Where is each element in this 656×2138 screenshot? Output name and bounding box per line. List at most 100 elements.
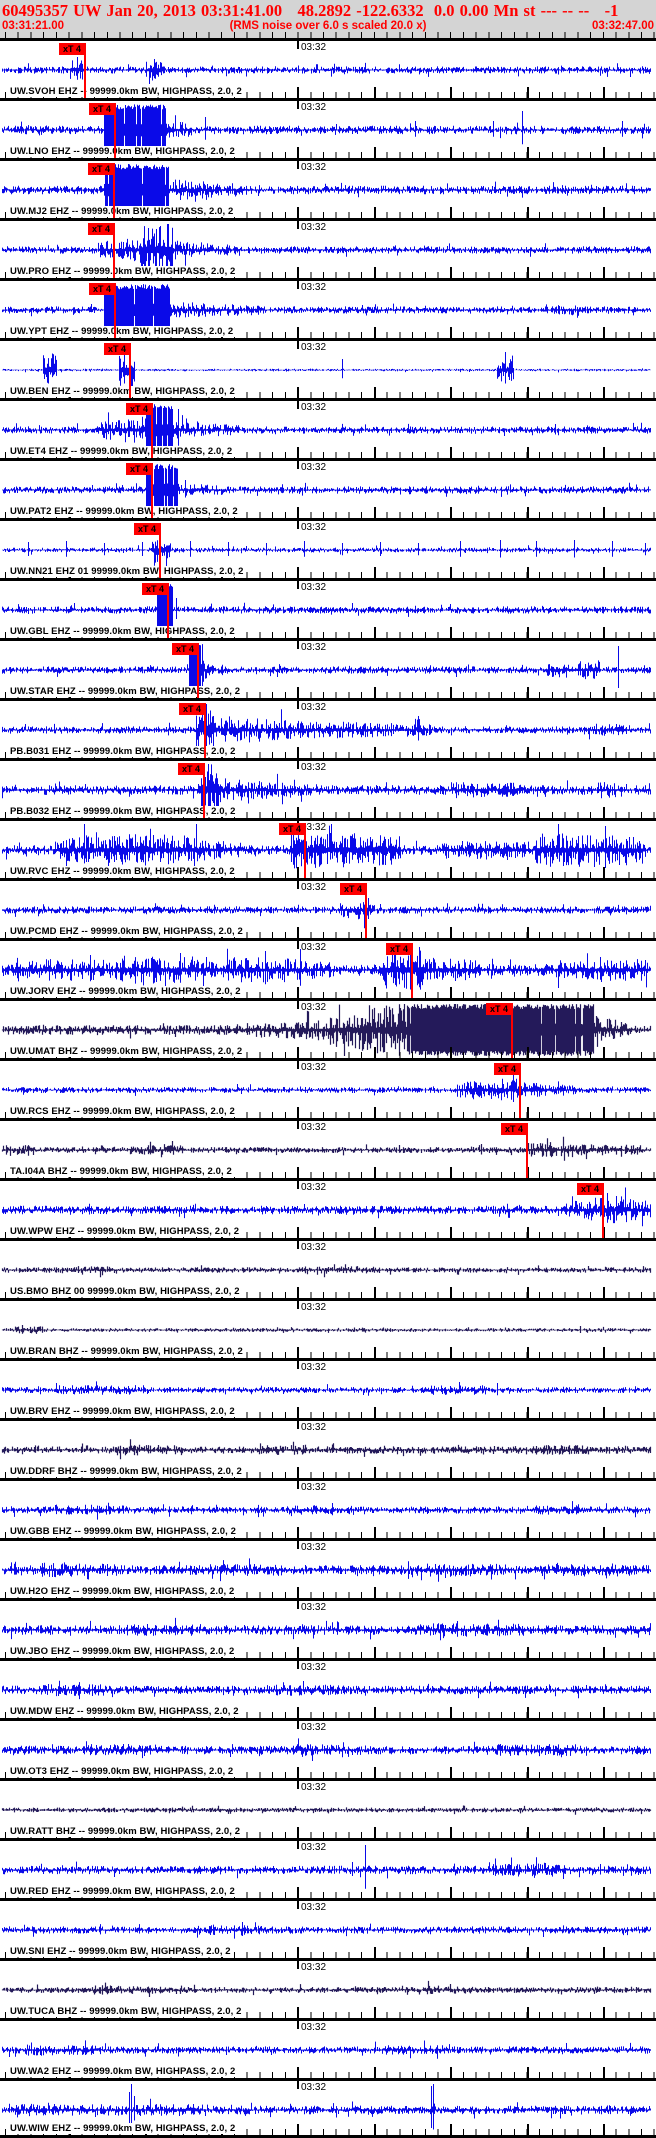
- trace-label: UW.JORV EHZ -- 99999.0km BW, HIGHPASS, 2…: [9, 986, 244, 997]
- time-label-text: 03:32: [301, 1782, 327, 1793]
- trace-panel-17[interactable]: 03:32 xT 4 UW.UMAT BHZ -- 99999.0km BW, HI…: [0, 998, 656, 1058]
- pick-flag[interactable]: xT 4: [501, 1123, 527, 1135]
- time-label-text: 03:32: [301, 1242, 327, 1253]
- time-label-text: 03:32: [301, 1842, 327, 1853]
- trace-panel-1[interactable]: 03:32 xT 4 UW.SVOH EHZ -- 99999.0km BW, HI…: [0, 38, 656, 98]
- trace-panel-19[interactable]: 03:32 xT 4 TA.I04A BHZ -- 99999.0km BW, HI…: [0, 1118, 656, 1178]
- trace-label: UW.RATT BHZ -- 99999.0km BW, HIGHPASS, 2…: [9, 1826, 244, 1837]
- trace-panel-13[interactable]: 03:32 xT 4 PB.B032 EHZ -- 99999.0km BW, HI…: [0, 758, 656, 818]
- trace-label: UW.BEN EHZ -- 99999.0km BW, HIGHPASS, 2.…: [9, 386, 238, 397]
- window-end-time: 03:32:47.00: [591, 20, 654, 32]
- pick-flag[interactable]: xT 4: [104, 343, 130, 355]
- trace-panel-6[interactable]: 03:32 xT 4 UW.BEN EHZ -- 99999.0km BW, HIG…: [0, 338, 656, 398]
- trace-label: UW.YPT EHZ -- 99999.0km BW, HIGHPASS, 2.…: [9, 326, 237, 337]
- trace-panel-10[interactable]: 03:32 xT 4 UW.GBL EHZ -- 99999.0km BW, HIG…: [0, 578, 656, 638]
- pick-flag[interactable]: xT 4: [179, 703, 205, 715]
- trace-label: US.BMO BHZ 00 99999.0km BW, HIGHPASS, 2.…: [9, 1286, 243, 1297]
- trace-panel-3[interactable]: 03:32 xT 4 UW.MJ2 EHZ -- 99999.0km BW, HIG…: [0, 158, 656, 218]
- trace-panel-21[interactable]: 03:32 US.BMO BHZ 00 99999.0km BW, HIGHPAS…: [0, 1238, 656, 1298]
- time-label-text: 03:32: [301, 2082, 327, 2093]
- trace-panel-27[interactable]: 03:32 UW.JBO EHZ -- 99999.0km BW, HIGHPAS…: [0, 1598, 656, 1658]
- trace-panel-30[interactable]: 03:32 UW.RATT BHZ -- 99999.0km BW, HIGHPA…: [0, 1778, 656, 1838]
- pick-flag[interactable]: xT 4: [494, 1063, 520, 1075]
- time-label-text: 03:32: [301, 642, 327, 653]
- trace-panel-22[interactable]: 03:32 UW.BRAN BHZ -- 99999.0km BW, HIGHPA…: [0, 1298, 656, 1358]
- pick-flag[interactable]: xT 4: [142, 583, 168, 595]
- trace-panel-12[interactable]: 03:32 xT 4 PB.B031 EHZ -- 99999.0km BW, HI…: [0, 698, 656, 758]
- time-label-text: 03:32: [301, 702, 327, 713]
- pick-flag[interactable]: xT 4: [59, 43, 85, 55]
- pick-flag[interactable]: xT 4: [89, 283, 115, 295]
- trace-panel-2[interactable]: 03:32 xT 4 UW.LNO EHZ -- 99999.0km BW, HIG…: [0, 98, 656, 158]
- time-label-text: 03:32: [301, 42, 327, 53]
- trace-label: TA.I04A BHZ -- 99999.0km BW, HIGHPASS, 2…: [9, 1166, 235, 1177]
- trace-label: UW.RVC EHZ -- 99999.0km BW, HIGHPASS, 2.…: [9, 866, 238, 877]
- pick-flag[interactable]: xT 4: [340, 883, 366, 895]
- pick-flag[interactable]: xT 4: [577, 1183, 603, 1195]
- time-label-text: 03:32: [301, 1362, 327, 1373]
- pick-flag[interactable]: xT 4: [172, 643, 198, 655]
- pick-flag[interactable]: xT 4: [126, 403, 152, 415]
- trace-label: UW.TUCA BHZ -- 99999.0km BW, HIGHPASS, 2…: [9, 2006, 245, 2017]
- trace-panel-18[interactable]: 03:32 xT 4 UW.RCS EHZ -- 99999.0km BW, HIG…: [0, 1058, 656, 1118]
- time-label-text: 03:32: [301, 162, 327, 173]
- trace-panel-7[interactable]: 03:32 xT 4 UW.ET4 EHZ -- 99999.0km BW, HIG…: [0, 398, 656, 458]
- time-label-text: 03:32: [301, 342, 327, 353]
- trace-panel-29[interactable]: 03:32 UW.OT3 EHZ -- 99999.0km BW, HIGHPAS…: [0, 1718, 656, 1778]
- trace-panel-24[interactable]: 03:32 UW.DDRF BHZ -- 99999.0km BW, HIGHPA…: [0, 1418, 656, 1478]
- time-label-text: 03:32: [301, 582, 327, 593]
- trace-label: UW.RCS EHZ -- 99999.0km BW, HIGHPASS, 2.…: [9, 1106, 238, 1117]
- time-label-text: 03:32: [301, 942, 327, 953]
- pick-flag[interactable]: xT 4: [88, 223, 114, 235]
- time-label-text: 03:32: [301, 1182, 327, 1193]
- time-label-text: 03:32: [301, 1962, 327, 1973]
- pick-flag[interactable]: xT 4: [279, 823, 305, 835]
- trace-label: UW.ET4 EHZ -- 99999.0km BW, HIGHPASS, 2.…: [9, 446, 236, 457]
- trace-panel-28[interactable]: 03:32 UW.MDW EHZ -- 99999.0km BW, HIGHPAS…: [0, 1658, 656, 1718]
- trace-panel-34[interactable]: 03:32 UW.WA2 EHZ -- 99999.0km BW, HIGHPAS…: [0, 2018, 656, 2078]
- pick-flag[interactable]: xT 4: [134, 523, 160, 535]
- trace-panel-5[interactable]: 03:32 xT 4 UW.YPT EHZ -- 99999.0km BW, HIG…: [0, 278, 656, 338]
- trace-panel-26[interactable]: 03:32 UW.H2O EHZ -- 99999.0km BW, HIGHPAS…: [0, 1538, 656, 1598]
- trace-label: UW.PCMD EHZ -- 99999.0km BW, HIGHPASS, 2…: [9, 926, 246, 937]
- pick-flag[interactable]: xT 4: [178, 763, 204, 775]
- trace-panel-33[interactable]: 03:32 UW.TUCA BHZ -- 99999.0km BW, HIGHPA…: [0, 1958, 656, 2018]
- seismic-review-window: 60495357 UW Jan 20, 2013 03:31:41.00 48.…: [0, 0, 656, 2138]
- trace-label: UW.BRAN BHZ -- 99999.0km BW, HIGHPASS, 2…: [9, 1346, 246, 1357]
- trace-label: UW.H2O EHZ -- 99999.0km BW, HIGHPASS, 2.…: [9, 1586, 238, 1597]
- trace-panel-8[interactable]: 03:32 xT 4 UW.PAT2 EHZ -- 99999.0km BW, HI…: [0, 458, 656, 518]
- trace-panel-23[interactable]: 03:32 UW.BRV EHZ -- 99999.0km BW, HIGHPAS…: [0, 1358, 656, 1418]
- time-label-text: 03:32: [301, 1722, 327, 1733]
- pick-flag[interactable]: xT 4: [88, 163, 114, 175]
- time-label-text: 03:32: [301, 522, 327, 533]
- trace-panel-20[interactable]: 03:32 xT 4 UW.WPW EHZ -- 99999.0km BW, HIG…: [0, 1178, 656, 1238]
- trace-label: UW.OT3 EHZ -- 99999.0km BW, HIGHPASS, 2.…: [9, 1766, 237, 1777]
- trace-label: UW.PRO EHZ -- 99999.0km BW, HIGHPASS, 2.…: [9, 266, 239, 277]
- event-title: 60495357 UW Jan 20, 2013 03:31:41.00 48.…: [2, 1, 619, 20]
- time-label-text: 03:32: [301, 1422, 327, 1433]
- trace-label: UW.NN21 EHZ 01 99999.0km BW, HIGHPASS, 2…: [9, 566, 247, 577]
- pick-flag[interactable]: xT 4: [126, 463, 152, 475]
- trace-panel-9[interactable]: 03:32 xT 4 UW.NN21 EHZ 01 99999.0km BW, HI…: [0, 518, 656, 578]
- scale-note: (RMS noise over 6.0 s scaled 20.0 x): [229, 20, 427, 32]
- trace-label: UW.SVOH EHZ -- 99999.0km BW, HIGHPASS, 2…: [9, 86, 245, 97]
- pick-flag[interactable]: xT 4: [486, 1003, 512, 1015]
- time-label-text: 03:32: [301, 1482, 327, 1493]
- trace-panel-16[interactable]: 03:32 xT 4 UW.JORV EHZ -- 99999.0km BW, HI…: [0, 938, 656, 998]
- trace-panel-35[interactable]: 03:32 UW.WIW EHZ -- 99999.0km BW, HIGHPAS…: [0, 2078, 656, 2138]
- trace-panel-4[interactable]: 03:32 xT 4 UW.PRO EHZ -- 99999.0km BW, HIG…: [0, 218, 656, 278]
- time-label-text: 03:32: [301, 1902, 327, 1913]
- trace-panel-15[interactable]: 03:32 xT 4 UW.PCMD EHZ -- 99999.0km BW, HI…: [0, 878, 656, 938]
- time-window-row: 03:31:21.00 (RMS noise over 6.0 s scaled…: [0, 20, 656, 32]
- time-label-text: 03:32: [301, 1062, 327, 1073]
- trace-panel-32[interactable]: 03:32 UW.SNI EHZ -- 99999.0km BW, HIGHPAS…: [0, 1898, 656, 1958]
- pick-flag[interactable]: xT 4: [89, 103, 115, 115]
- pick-flag[interactable]: xT 4: [386, 943, 412, 955]
- trace-label: UW.MDW EHZ -- 99999.0km BW, HIGHPASS, 2.…: [9, 1706, 242, 1717]
- time-label-text: 03:32: [301, 102, 327, 113]
- trace-panel-11[interactable]: 03:32 xT 4 UW.STAR EHZ -- 99999.0km BW, HI…: [0, 638, 656, 698]
- trace-panel-31[interactable]: 03:32 UW.RED EHZ -- 99999.0km BW, HIGHPAS…: [0, 1838, 656, 1898]
- time-label-text: 03:32: [301, 1662, 327, 1673]
- trace-panel-25[interactable]: 03:32 UW.GBB EHZ -- 99999.0km BW, HIGHPAS…: [0, 1478, 656, 1538]
- trace-panel-14[interactable]: 03:32 xT 4 UW.RVC EHZ -- 99999.0km BW, HIG…: [0, 818, 656, 878]
